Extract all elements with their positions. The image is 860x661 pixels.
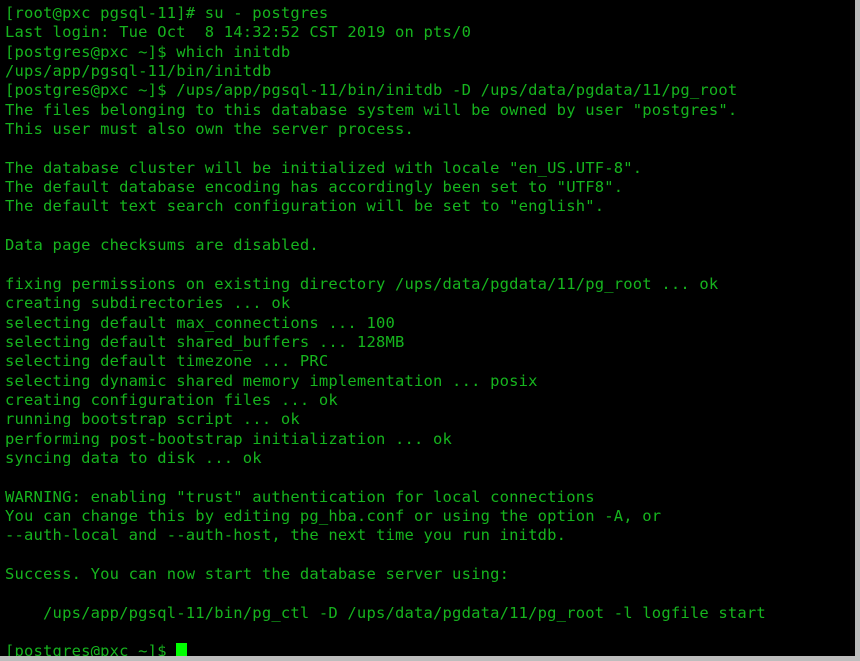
terminal-line: creating configuration files ... ok — [5, 390, 338, 409]
terminal-line: The default database encoding has accord… — [5, 178, 624, 197]
terminal-line: You can change this by editing pg_hba.co… — [5, 506, 662, 525]
terminal-line: The database cluster will be initialized… — [5, 158, 643, 177]
terminal-line: [root@pxc pgsql-11]# su - postgres — [5, 4, 329, 22]
terminal-line: fixing permissions on existing directory… — [5, 274, 719, 293]
terminal-line: Success. You can now start the database … — [5, 564, 510, 583]
terminal-line: /ups/app/pgsql-11/bin/initdb — [5, 62, 272, 81]
terminal-line: --auth-local and --auth-host, the next t… — [5, 526, 567, 545]
terminal-line: Last login: Tue Oct 8 14:32:52 CST 2019 … — [5, 23, 472, 42]
terminal-line: This user must also own the server proce… — [5, 120, 415, 139]
terminal-line: selecting default timezone ... PRC — [5, 352, 329, 371]
terminal-line: The default text search configuration wi… — [5, 197, 605, 216]
terminal-line: selecting default shared_buffers ... 128… — [5, 332, 405, 351]
terminal-line: running bootstrap script ... ok — [5, 410, 300, 429]
terminal-line: WARNING: enabling "trust" authentication… — [5, 487, 595, 506]
terminal-line: The files belonging to this database sys… — [5, 100, 738, 119]
shell-prompt: [postgres@pxc ~]$ — [5, 642, 177, 661]
terminal-line: syncing data to disk ... ok — [5, 448, 262, 467]
terminal-window[interactable]: [root@pxc pgsql-11]# su - postgres Last … — [0, 0, 860, 661]
terminal-output-area[interactable]: [root@pxc pgsql-11]# su - postgres Last … — [0, 0, 855, 656]
terminal-line: creating subdirectories ... ok — [5, 294, 291, 313]
terminal-line: selecting dynamic shared memory implemen… — [5, 371, 538, 390]
terminal-line: Data page checksums are disabled. — [5, 236, 319, 255]
text-cursor — [176, 643, 188, 656]
terminal-line: [postgres@pxc ~]$ which initdb — [5, 42, 291, 61]
terminal-line: selecting default max_connections ... 10… — [5, 313, 395, 332]
terminal-prompt-line[interactable]: [postgres@pxc ~]$ — [5, 642, 855, 661]
terminal-line: /ups/app/pgsql-11/bin/pg_ctl -D /ups/dat… — [5, 603, 766, 622]
terminal-line: performing post-bootstrap initialization… — [5, 429, 453, 448]
terminal-line: [postgres@pxc ~]$ /ups/app/pgsql-11/bin/… — [5, 81, 738, 100]
